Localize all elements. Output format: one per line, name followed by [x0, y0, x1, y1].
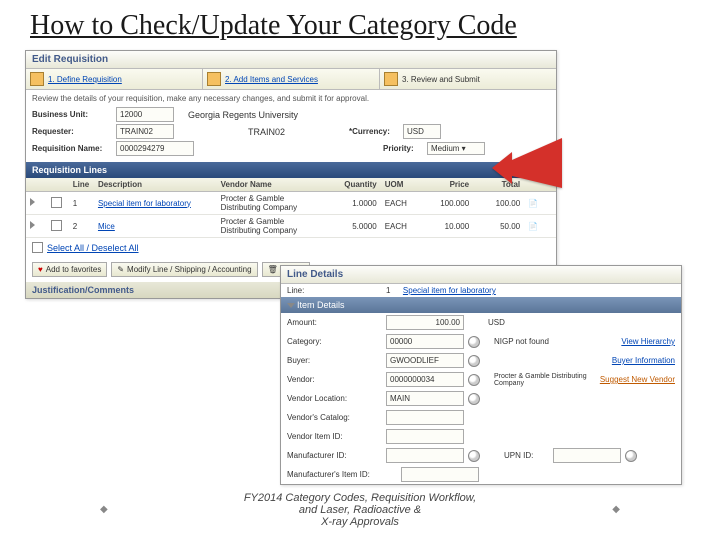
vendor-catalog-input[interactable]: [386, 410, 464, 425]
wizard-steps: 1. Define Requisition 2. Add Items and S…: [26, 69, 556, 90]
detail-icon[interactable]: 📄: [528, 222, 538, 231]
vendor-location-label: Vendor Location:: [287, 394, 382, 403]
category-label: Category:: [287, 337, 382, 346]
panel-header: Edit Requisition: [26, 51, 556, 69]
mfg-id-input[interactable]: [386, 448, 464, 463]
req-lines-header: Requisition Lines: [26, 162, 556, 178]
line-desc-link[interactable]: Special item for laboratory: [403, 286, 496, 295]
mfg-item-input[interactable]: [401, 467, 479, 482]
expand-icon[interactable]: [30, 198, 35, 206]
amount-input[interactable]: 100.00: [386, 315, 464, 330]
item-details-header: Item Details: [281, 297, 681, 313]
vendor-catalog-label: Vendor's Catalog:: [287, 413, 382, 422]
mfg-item-label: Manufacturer's Item ID:: [287, 470, 397, 479]
step-icon: [30, 72, 44, 86]
lookup-icon[interactable]: [468, 450, 480, 462]
mfg-id-label: Manufacturer ID:: [287, 451, 382, 460]
buyer-input[interactable]: GWOODLIEF: [386, 353, 464, 368]
select-all-checkbox[interactable]: [32, 242, 43, 253]
vendor-name: Procter & Gamble Distributing Company: [494, 373, 589, 387]
page-title: How to Check/Update Your Category Code: [30, 10, 690, 42]
table-row: 2 Mice Procter & Gamble Distributing Com…: [26, 215, 556, 238]
line-details-panel: Line Details Line: 1 Special item for la…: [280, 265, 682, 485]
step-2[interactable]: 2. Add Items and Services: [203, 69, 380, 89]
vendor-item-label: Vendor Item ID:: [287, 432, 382, 441]
currency-label: *Currency:: [349, 127, 399, 136]
priority-select[interactable]: Medium ▾: [427, 142, 485, 155]
upn-id-label: UPN ID:: [504, 451, 549, 460]
add-favorites-button[interactable]: ♥Add to favorites: [32, 262, 107, 277]
line-label: Line:: [287, 286, 382, 295]
step-icon: [384, 72, 398, 86]
lookup-icon[interactable]: [468, 355, 480, 367]
currency-input[interactable]: USD: [403, 124, 441, 139]
vendor-location-input[interactable]: MAIN: [386, 391, 464, 406]
instruction-text: Review the details of your requisition, …: [32, 94, 550, 103]
row-checkbox[interactable]: [51, 220, 62, 231]
select-all-link[interactable]: Select All / Deselect All: [47, 243, 139, 253]
lookup-icon[interactable]: [625, 450, 637, 462]
vendor-label: Vendor:: [287, 375, 382, 384]
req-name-label: Requisition Name:: [32, 144, 112, 153]
decoration-dot: ◆: [100, 504, 108, 515]
item-link[interactable]: Special item for laboratory: [98, 199, 191, 208]
edit-icon: ✎: [117, 265, 124, 274]
callout-arrow: [492, 138, 562, 193]
requester-name: TRAIN02: [248, 127, 285, 137]
vendor-item-input[interactable]: [386, 429, 464, 444]
row-checkbox[interactable]: [51, 197, 62, 208]
suggest-vendor-link[interactable]: Suggest New Vendor: [600, 375, 675, 384]
delete-icon: 🗑: [268, 265, 278, 274]
table-header: Line Description Vendor Name Quantity UO…: [26, 178, 556, 192]
step-3[interactable]: 3. Review and Submit: [380, 69, 556, 89]
edit-requisition-panel: Edit Requisition 1. Define Requisition 2…: [25, 50, 557, 299]
upn-id-input[interactable]: [553, 448, 621, 463]
view-hierarchy-link[interactable]: View Hierarchy: [621, 337, 675, 346]
buyer-info-link[interactable]: Buyer Information: [612, 356, 675, 365]
requester-label: Requester:: [32, 127, 112, 136]
modify-line-button[interactable]: ✎Modify Line / Shipping / Accounting: [111, 262, 257, 277]
business-unit-label: Business Unit:: [32, 110, 112, 119]
business-unit-name: Georgia Regents University: [188, 110, 298, 120]
category-input[interactable]: 00000: [386, 334, 464, 349]
category-note: NIGP not found: [494, 337, 549, 346]
lookup-icon[interactable]: [468, 374, 480, 386]
detail-icon[interactable]: 📄: [528, 199, 538, 208]
buyer-label: Buyer:: [287, 356, 382, 365]
step-1[interactable]: 1. Define Requisition: [26, 69, 203, 89]
decoration-dot: ◆: [612, 504, 620, 515]
heart-icon: ♥: [38, 265, 43, 274]
business-unit-input[interactable]: 12000: [116, 107, 174, 122]
requester-input[interactable]: TRAIN02: [116, 124, 174, 139]
panel-header: Line Details: [281, 266, 681, 284]
lookup-icon[interactable]: [468, 336, 480, 348]
req-name-input[interactable]: 0000294279: [116, 141, 194, 156]
amount-label: Amount:: [287, 318, 382, 327]
item-link[interactable]: Mice: [98, 222, 115, 231]
vendor-input[interactable]: 0000000034: [386, 372, 464, 387]
expand-icon[interactable]: [30, 221, 35, 229]
priority-label: Priority:: [383, 144, 423, 153]
lookup-icon[interactable]: [468, 393, 480, 405]
step-icon: [207, 72, 221, 86]
table-row: 1 Special item for laboratory Procter & …: [26, 192, 556, 215]
